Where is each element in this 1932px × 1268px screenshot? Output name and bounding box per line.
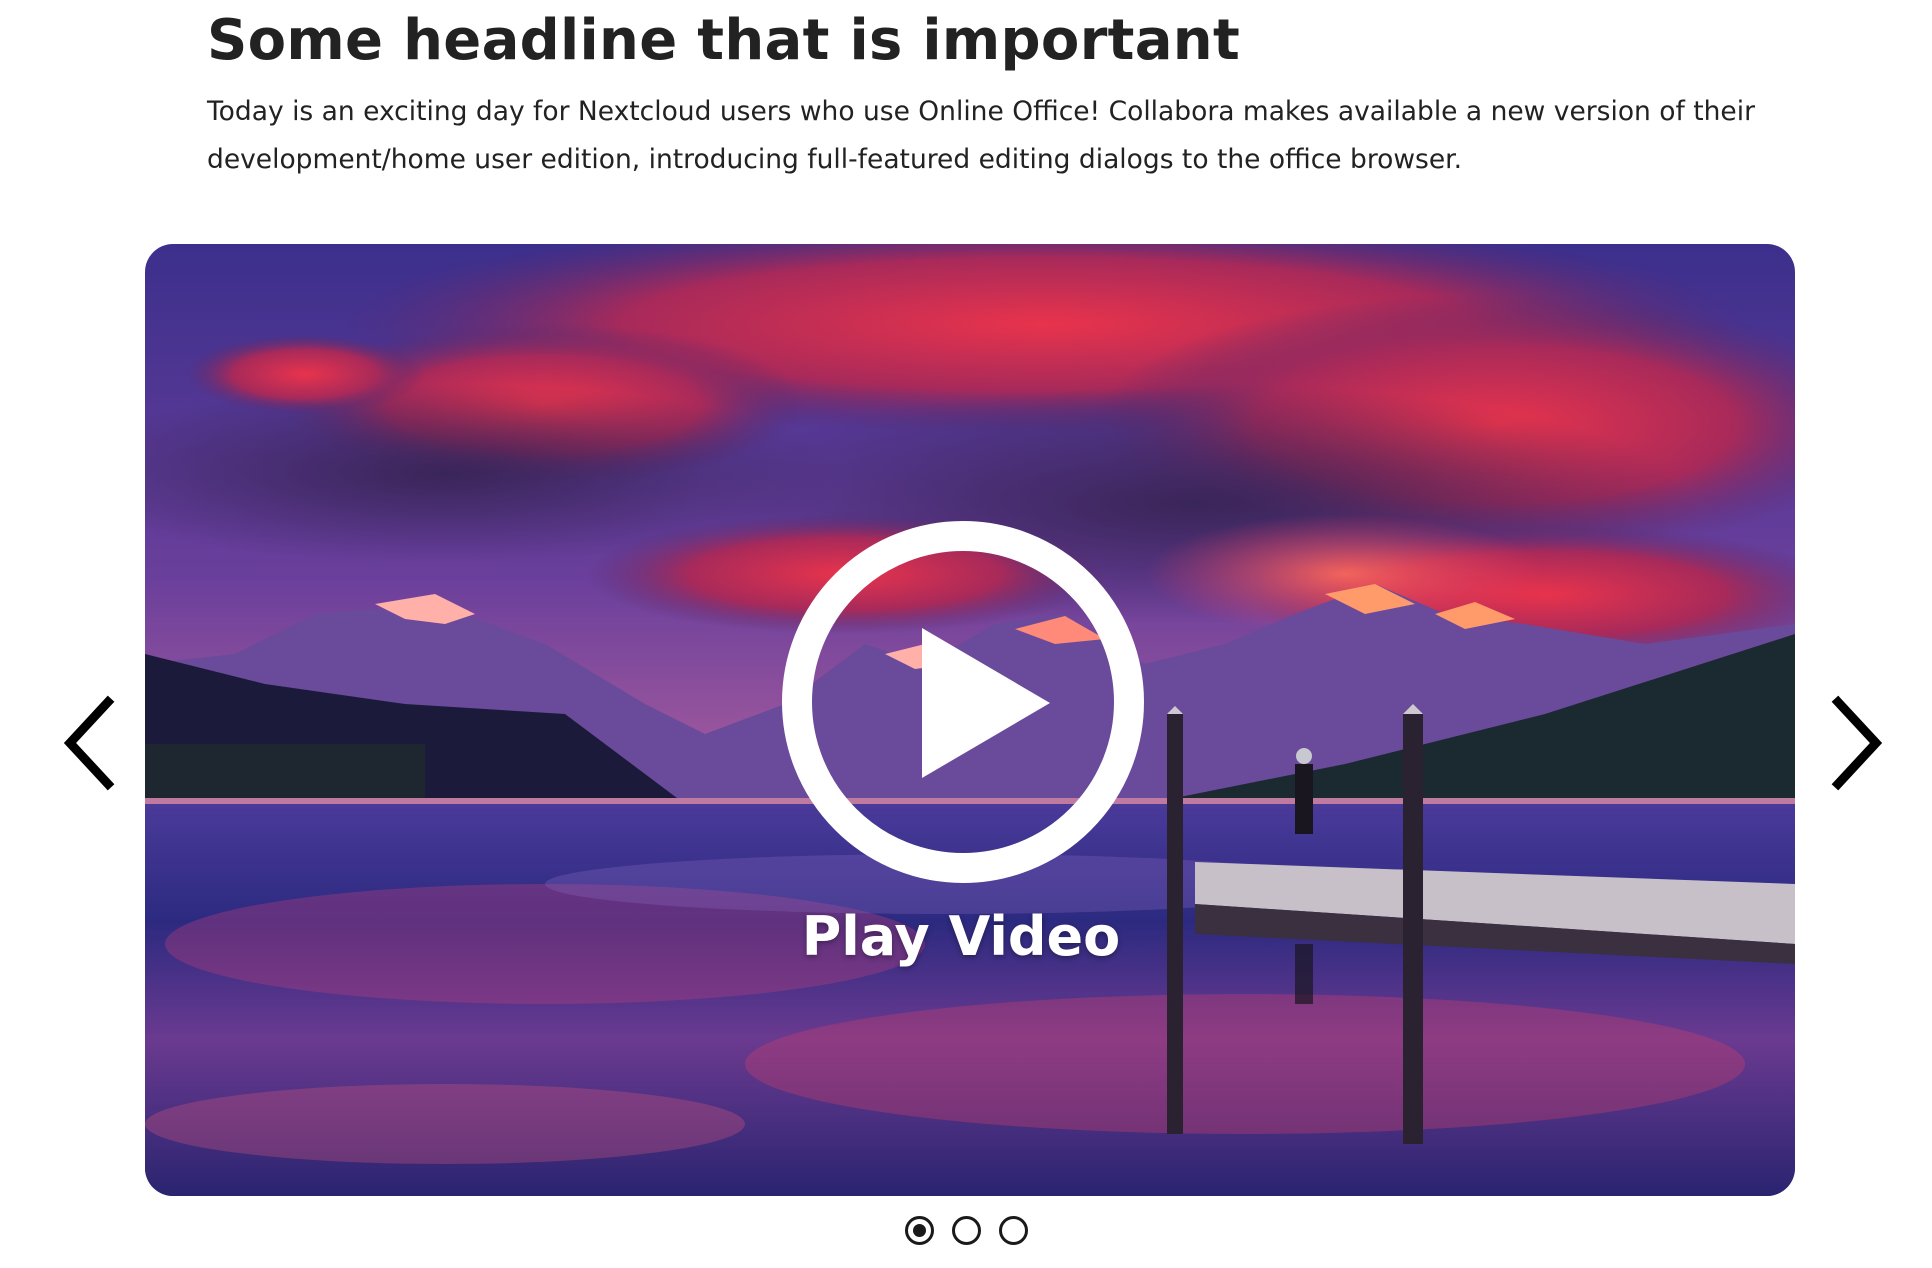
chevron-right-icon[interactable] — [1822, 688, 1892, 798]
play-icon — [922, 628, 1050, 778]
chevron-left-icon[interactable] — [54, 688, 124, 798]
video-slide[interactable]: Play Video — [145, 244, 1795, 1196]
article-lead: Today is an exciting day for Nextcloud u… — [207, 96, 1755, 175]
page-headline: Some headline that is important — [207, 8, 1241, 73]
carousel-pagination — [0, 1216, 1932, 1256]
video-carousel: Play Video — [0, 244, 1932, 1268]
carousel-dot-3[interactable] — [998, 1216, 1028, 1245]
carousel-dot-2[interactable] — [951, 1216, 981, 1245]
play-button[interactable] — [782, 521, 1144, 883]
play-video-label[interactable]: Play Video — [145, 902, 1777, 972]
carousel-dot-1[interactable] — [904, 1216, 934, 1245]
